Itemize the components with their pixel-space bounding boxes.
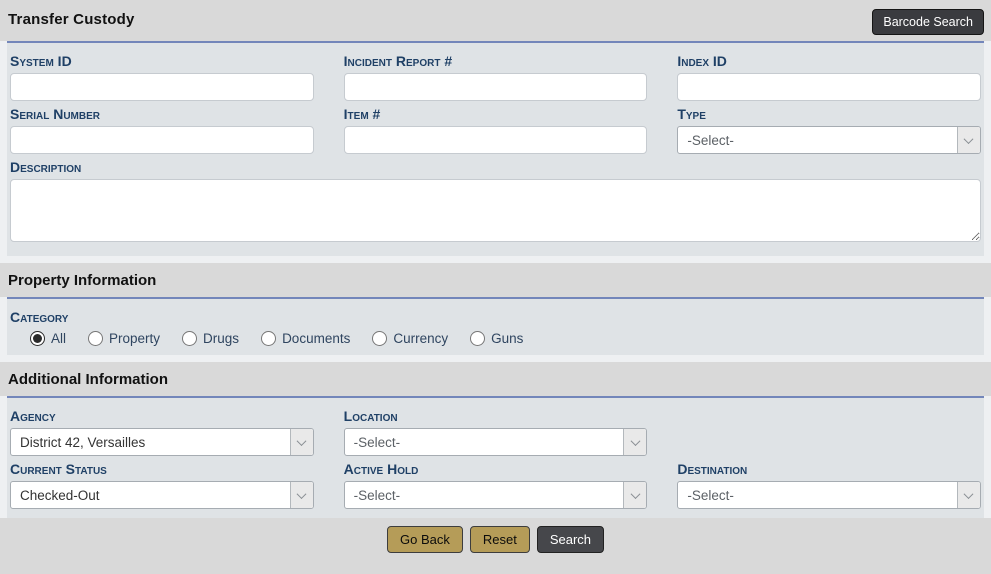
reset-button[interactable]: Reset bbox=[470, 526, 530, 553]
active-hold-select[interactable]: -Select- bbox=[344, 481, 648, 509]
chevron-down-icon bbox=[290, 429, 313, 455]
item-number-field: Item # bbox=[344, 101, 648, 154]
type-select-value: -Select- bbox=[678, 133, 957, 148]
category-radio-group: All Property Drugs Documents Currency Gu… bbox=[30, 331, 981, 346]
category-option-drugs[interactable]: Drugs bbox=[182, 331, 239, 346]
category-radio-drugs[interactable] bbox=[182, 331, 197, 346]
section-gap bbox=[0, 256, 991, 263]
additional-fields-row-1: Agency District 42, Versailles Location … bbox=[10, 403, 981, 456]
category-option-property[interactable]: Property bbox=[88, 331, 160, 346]
location-label: Location bbox=[344, 408, 648, 424]
item-number-label: Item # bbox=[344, 106, 648, 122]
additional-information-heading: Additional Information bbox=[8, 371, 983, 388]
index-id-field: Index ID bbox=[677, 48, 981, 101]
destination-field: Destination -Select- bbox=[677, 456, 981, 509]
agency-select[interactable]: District 42, Versailles bbox=[10, 428, 314, 456]
category-option-label: Drugs bbox=[203, 331, 239, 346]
search-fields-row-2: Serial Number Item # Type -Select- bbox=[10, 101, 981, 154]
category-radio-documents[interactable] bbox=[261, 331, 276, 346]
current-status-select[interactable]: Checked-Out bbox=[10, 481, 314, 509]
additional-information-header: Additional Information bbox=[0, 362, 991, 396]
destination-select[interactable]: -Select- bbox=[677, 481, 981, 509]
category-option-guns[interactable]: Guns bbox=[470, 331, 523, 346]
additional-fields-row-2: Current Status Checked-Out Active Hold -… bbox=[10, 456, 981, 509]
property-information-panel: Category All Property Drugs Documents Cu… bbox=[7, 297, 984, 355]
category-option-all[interactable]: All bbox=[30, 331, 66, 346]
category-option-label: Currency bbox=[393, 331, 448, 346]
category-radio-all[interactable] bbox=[30, 331, 45, 346]
transfer-custody-page: Transfer Custody Barcode Search System I… bbox=[0, 0, 991, 574]
search-fields-row-1: System ID Incident Report # Index ID bbox=[10, 48, 981, 101]
search-criteria-panel: System ID Incident Report # Index ID Ser… bbox=[7, 41, 984, 256]
chevron-down-icon bbox=[623, 429, 646, 455]
page-header: Transfer Custody Barcode Search bbox=[0, 0, 991, 41]
chevron-down-icon bbox=[623, 482, 646, 508]
destination-label: Destination bbox=[677, 461, 981, 477]
search-button[interactable]: Search bbox=[537, 526, 604, 553]
additional-information-panel: Agency District 42, Versailles Location … bbox=[7, 396, 984, 518]
active-hold-select-value: -Select- bbox=[345, 488, 624, 503]
agency-field: Agency District 42, Versailles bbox=[10, 403, 314, 456]
agency-select-value: District 42, Versailles bbox=[11, 435, 290, 450]
category-radio-guns[interactable] bbox=[470, 331, 485, 346]
location-select-value: -Select- bbox=[345, 435, 624, 450]
destination-select-value: -Select- bbox=[678, 488, 957, 503]
description-textarea[interactable] bbox=[10, 179, 981, 242]
category-option-label: Documents bbox=[282, 331, 350, 346]
serial-number-input[interactable] bbox=[10, 126, 314, 154]
go-back-button[interactable]: Go Back bbox=[387, 526, 463, 553]
current-status-field: Current Status Checked-Out bbox=[10, 456, 314, 509]
current-status-select-value: Checked-Out bbox=[11, 488, 290, 503]
location-field: Location -Select- bbox=[344, 403, 648, 456]
page-title: Transfer Custody bbox=[8, 11, 983, 28]
category-option-currency[interactable]: Currency bbox=[372, 331, 448, 346]
chevron-down-icon bbox=[290, 482, 313, 508]
item-number-input[interactable] bbox=[344, 126, 648, 154]
action-bar: Go Back Reset Search bbox=[0, 518, 991, 574]
system-id-label: System ID bbox=[10, 53, 314, 69]
description-label: Description bbox=[10, 159, 981, 175]
incident-report-input[interactable] bbox=[344, 73, 648, 101]
incident-report-label: Incident Report # bbox=[344, 53, 648, 69]
type-select[interactable]: -Select- bbox=[677, 126, 981, 154]
active-hold-label: Active Hold bbox=[344, 461, 648, 477]
category-option-label: Property bbox=[109, 331, 160, 346]
system-id-field: System ID bbox=[10, 48, 314, 101]
section-gap bbox=[0, 355, 991, 362]
incident-report-field: Incident Report # bbox=[344, 48, 648, 101]
category-radio-currency[interactable] bbox=[372, 331, 387, 346]
property-information-header: Property Information bbox=[0, 263, 991, 297]
category-label: Category bbox=[10, 309, 981, 325]
chevron-down-icon bbox=[957, 482, 980, 508]
category-radio-property[interactable] bbox=[88, 331, 103, 346]
system-id-input[interactable] bbox=[10, 73, 314, 101]
category-option-label: Guns bbox=[491, 331, 523, 346]
current-status-label: Current Status bbox=[10, 461, 314, 477]
category-option-documents[interactable]: Documents bbox=[261, 331, 350, 346]
spacer-cell bbox=[677, 403, 981, 456]
description-field: Description bbox=[10, 159, 981, 247]
active-hold-field: Active Hold -Select- bbox=[344, 456, 648, 509]
index-id-input[interactable] bbox=[677, 73, 981, 101]
agency-label: Agency bbox=[10, 408, 314, 424]
barcode-search-button[interactable]: Barcode Search bbox=[872, 9, 984, 35]
serial-number-field: Serial Number bbox=[10, 101, 314, 154]
index-id-label: Index ID bbox=[677, 53, 981, 69]
chevron-down-icon bbox=[957, 127, 980, 153]
property-information-heading: Property Information bbox=[8, 272, 983, 289]
type-label: Type bbox=[677, 106, 981, 122]
type-field: Type -Select- bbox=[677, 101, 981, 154]
serial-number-label: Serial Number bbox=[10, 106, 314, 122]
location-select[interactable]: -Select- bbox=[344, 428, 648, 456]
category-option-label: All bbox=[51, 331, 66, 346]
